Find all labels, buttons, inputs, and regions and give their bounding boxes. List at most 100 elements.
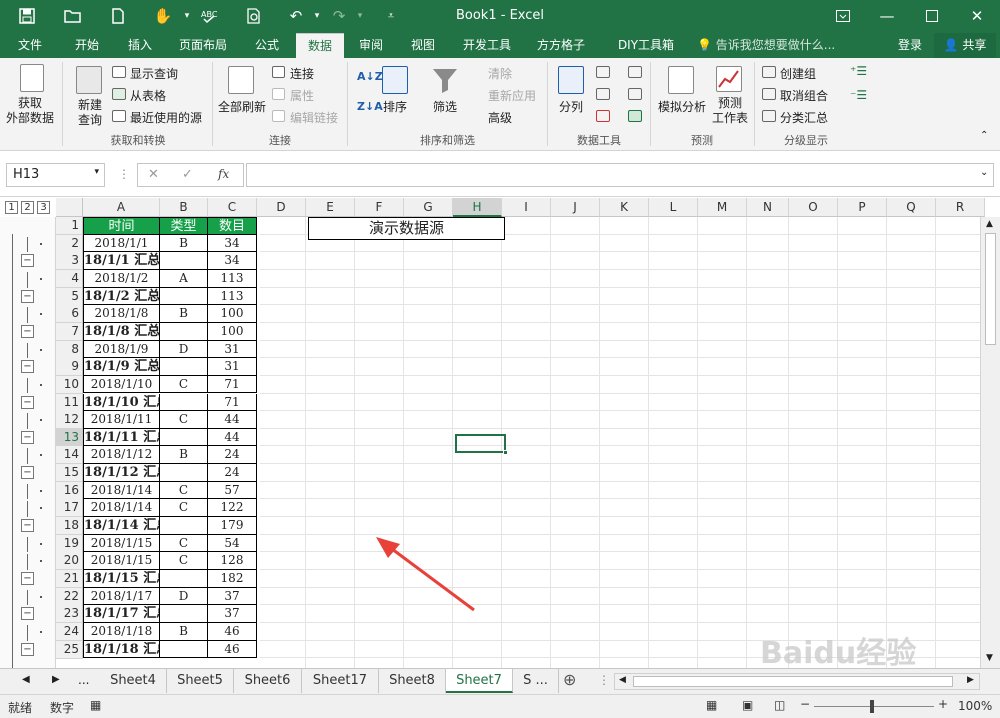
cell-time[interactable]: 2018/1/12 (83, 446, 160, 465)
cell-count[interactable]: 71 (208, 393, 257, 412)
worksheet-grid[interactable]: 1 2 3 ABCDEFGHIJKLMNOPQR 1 2 3 4 5 6 7 8 9 10 11 12… (0, 198, 1000, 668)
flash-fill-icon[interactable] (596, 66, 610, 78)
row-header-20[interactable]: 20 (56, 552, 83, 571)
outline-level-3-button[interactable]: 3 (37, 201, 50, 214)
cell-time[interactable]: 2018/1/17 (83, 587, 160, 606)
column-header-r[interactable]: R (936, 198, 985, 217)
tab-formulas[interactable]: 公式 (244, 33, 290, 58)
scroll-right-icon[interactable]: ▶ (967, 675, 974, 685)
column-header-k[interactable]: K (600, 198, 649, 217)
sheet-tab-sheet7[interactable]: Sheet7 (446, 669, 513, 693)
ungroup-button[interactable]: 取消组合 (780, 87, 828, 104)
show-query-button[interactable]: 显示查询 (130, 65, 178, 82)
cell-count[interactable]: 44 (208, 428, 257, 447)
cell-time[interactable]: 18/1/10 汇总 (83, 393, 160, 412)
table-header-count[interactable]: 数目 (208, 217, 257, 235)
what-if-analysis-button[interactable]: 模拟分析 (658, 98, 706, 115)
cell-time[interactable]: 2018/1/9 (83, 340, 160, 359)
cell-type[interactable]: B (160, 446, 208, 465)
cell-count[interactable]: 34 (208, 234, 257, 253)
row-header-25[interactable]: 25 (56, 640, 83, 659)
horizontal-scrollbar[interactable]: ◀ ▶ (614, 673, 980, 690)
cell-type[interactable]: D (160, 587, 208, 606)
cell-time[interactable]: 2018/1/14 (83, 499, 160, 518)
refresh-all-button[interactable]: 全部刷新 (218, 98, 266, 115)
cell-type[interactable] (160, 252, 208, 270)
cell-type[interactable] (160, 322, 208, 341)
resize-dots-icon[interactable]: ⋮ (118, 167, 130, 181)
cell-type[interactable]: C (160, 552, 208, 570)
cell-type[interactable] (160, 428, 208, 447)
remove-duplicates-icon[interactable] (596, 88, 610, 100)
row-header-13[interactable]: 13 (56, 428, 83, 447)
formula-input[interactable] (246, 163, 994, 187)
row-header-14[interactable]: 14 (56, 446, 83, 465)
row-header-19[interactable]: 19 (56, 534, 83, 553)
collapse-group-button[interactable]: − (21, 324, 34, 338)
zoom-in-icon[interactable]: + (938, 697, 948, 711)
cell-count[interactable]: 44 (208, 411, 257, 429)
advanced-button[interactable]: 高级 (488, 109, 512, 126)
text-to-columns-button[interactable]: 分列 (559, 98, 583, 115)
zoom-out-icon[interactable]: − (800, 697, 810, 711)
from-table-button[interactable]: 从表格 (130, 87, 166, 104)
cell-type[interactable]: C (160, 499, 208, 518)
cell-time[interactable]: 2018/1/1 (83, 234, 160, 253)
new-query-button[interactable]: 新建 查询 (70, 98, 110, 128)
cell-type[interactable] (160, 605, 208, 623)
row-header-11[interactable]: 11 (56, 393, 83, 412)
tab-data[interactable]: 数据 (296, 33, 344, 58)
more-sheets-button[interactable]: ... (78, 673, 89, 687)
row-header-10[interactable]: 10 (56, 375, 83, 394)
collapse-group-button[interactable]: − (21, 519, 34, 533)
cell-count[interactable]: 57 (208, 481, 257, 500)
column-header-d[interactable]: D (257, 198, 306, 217)
close-icon[interactable]: ✕ (962, 4, 992, 28)
column-header-b[interactable]: B (160, 198, 208, 217)
sheet-tab-sheet5[interactable]: Sheet5 (167, 669, 234, 693)
tab-review[interactable]: 审阅 (350, 33, 392, 58)
cell-count[interactable]: 31 (208, 358, 257, 376)
row-header-17[interactable]: 17 (56, 499, 83, 518)
title-cell[interactable]: 演示数据源 (308, 217, 505, 240)
tell-me-box[interactable]: 💡 告诉我您想要做什么... (697, 33, 837, 58)
cell-count[interactable]: 182 (208, 570, 257, 588)
zoom-slider[interactable] (814, 706, 934, 707)
column-header-m[interactable]: M (698, 198, 747, 217)
recent-sources-button[interactable]: 最近使用的源 (130, 109, 202, 126)
cell-time[interactable]: 2018/1/15 (83, 552, 160, 570)
column-header-f[interactable]: F (355, 198, 404, 217)
row-header-12[interactable]: 12 (56, 411, 83, 430)
cancel-icon[interactable]: ✕ (148, 167, 159, 182)
collapse-group-button[interactable]: − (21, 572, 34, 585)
column-header-g[interactable]: G (404, 198, 453, 217)
cell-type[interactable] (160, 570, 208, 588)
tab-split-handle[interactable]: ⋮ (598, 673, 610, 687)
sheet-tab-more[interactable]: S ... (513, 669, 559, 693)
collapse-group-button[interactable]: − (21, 360, 34, 374)
cell-type[interactable] (160, 287, 208, 306)
table-header-time[interactable]: 时间 (83, 217, 160, 235)
tab-home[interactable]: 开始 (63, 33, 111, 58)
tab-page-layout[interactable]: 页面布局 (170, 33, 236, 58)
connections-button[interactable]: 连接 (290, 65, 314, 82)
collapse-group-button[interactable]: − (21, 466, 34, 480)
row-header-24[interactable]: 24 (56, 622, 83, 641)
cell-type[interactable] (160, 517, 208, 535)
cell-count[interactable]: 71 (208, 375, 257, 394)
minimize-icon[interactable]: — (872, 4, 902, 28)
collapse-group-button[interactable]: − (21, 642, 34, 656)
add-sheet-icon[interactable]: ⊕ (563, 670, 576, 689)
row-header-21[interactable]: 21 (56, 570, 83, 588)
row-header-9[interactable]: 9 (56, 358, 83, 377)
consolidate-icon[interactable] (628, 66, 642, 78)
cell-count[interactable]: 37 (208, 605, 257, 623)
column-header-q[interactable]: Q (887, 198, 936, 217)
cell-count[interactable]: 34 (208, 252, 257, 270)
cell-type[interactable]: C (160, 411, 208, 429)
fill-handle[interactable] (503, 450, 508, 455)
cell-type[interactable] (160, 640, 208, 659)
column-header-l[interactable]: L (649, 198, 698, 217)
group-button[interactable]: 创建组 (780, 65, 816, 82)
hide-detail-icon[interactable]: ⁻☰ (850, 88, 867, 102)
